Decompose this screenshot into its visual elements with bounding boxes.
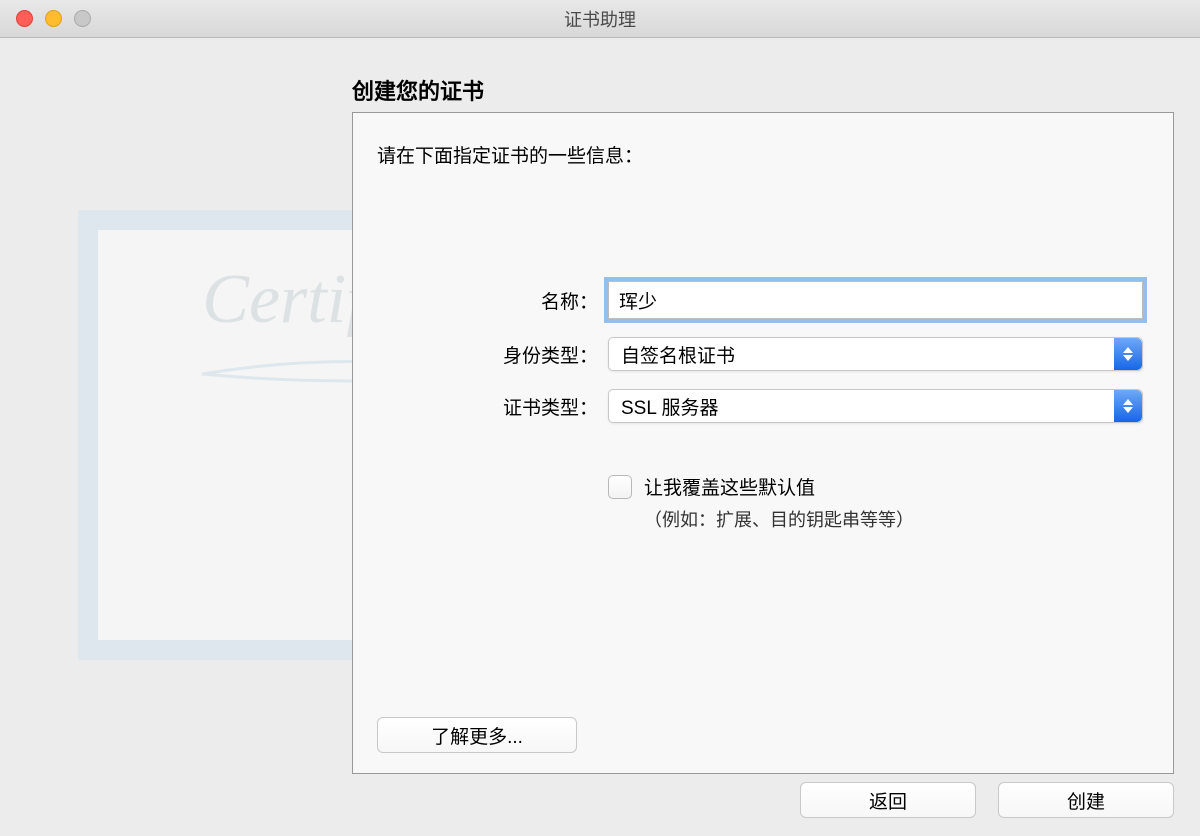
form-area: 名称： 身份类型： 自签名根证书 证书类型：	[453, 281, 1143, 532]
maximize-window-button[interactable]	[74, 10, 91, 27]
traffic-lights	[16, 10, 91, 27]
identity-type-select[interactable]: 自签名根证书	[608, 337, 1143, 371]
name-label: 名称：	[453, 287, 598, 314]
create-button[interactable]: 创建	[998, 782, 1174, 818]
chevron-up-down-icon	[1114, 338, 1142, 370]
override-row: 让我覆盖这些默认值 （例如：扩展、目的钥匙串等等）	[608, 473, 1143, 532]
section-title: 创建您的证书	[352, 74, 484, 106]
create-button-label: 创建	[1067, 787, 1105, 814]
content-box: 请在下面指定证书的一些信息： 名称： 身份类型： 自签名根证书	[352, 112, 1174, 774]
name-input[interactable]	[608, 281, 1143, 319]
identity-type-value: 自签名根证书	[621, 341, 735, 368]
cert-type-value: SSL 服务器	[621, 393, 719, 420]
chevron-up-down-icon	[1114, 390, 1142, 422]
name-row: 名称：	[453, 281, 1143, 319]
window-title: 证书助理	[564, 6, 636, 32]
instruction-text: 请在下面指定证书的一些信息：	[377, 141, 643, 168]
cert-type-label: 证书类型：	[453, 393, 598, 420]
back-button[interactable]: 返回	[800, 782, 976, 818]
learn-more-button[interactable]: 了解更多...	[377, 717, 577, 753]
back-button-label: 返回	[869, 787, 907, 814]
window-body: 创建您的证书 Certificate 请在下面指定证书的一些信息： 名称： 身份…	[0, 38, 1200, 836]
learn-more-label: 了解更多...	[431, 722, 523, 749]
footer-buttons: 返回 创建	[800, 782, 1174, 818]
override-checkbox[interactable]	[608, 475, 632, 499]
cert-type-row: 证书类型： SSL 服务器	[453, 389, 1143, 423]
override-sublabel: （例如：扩展、目的钥匙串等等）	[644, 506, 914, 532]
close-window-button[interactable]	[16, 10, 33, 27]
identity-type-label: 身份类型：	[453, 341, 598, 368]
minimize-window-button[interactable]	[45, 10, 62, 27]
identity-type-row: 身份类型： 自签名根证书	[453, 337, 1143, 371]
override-label: 让我覆盖这些默认值	[644, 473, 914, 500]
titlebar: 证书助理	[0, 0, 1200, 38]
cert-type-select[interactable]: SSL 服务器	[608, 389, 1143, 423]
